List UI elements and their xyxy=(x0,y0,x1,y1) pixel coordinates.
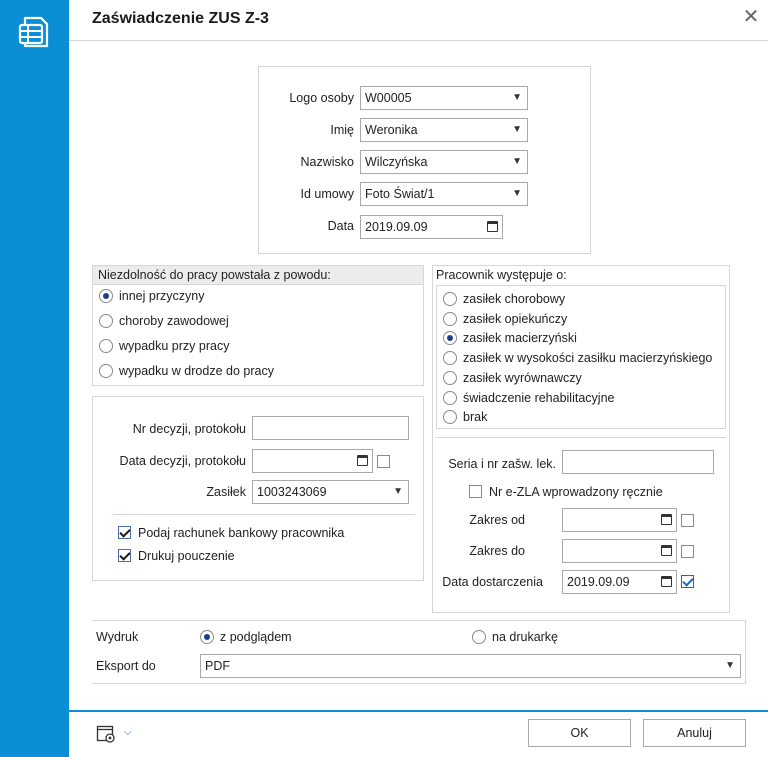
document-table-icon xyxy=(17,14,53,50)
calendar-icon[interactable] xyxy=(661,514,672,525)
zakres-od-field[interactable] xyxy=(562,508,677,532)
radio-choroby-zawodowej[interactable] xyxy=(99,314,113,328)
radio-zasilek-macierzynski[interactable] xyxy=(443,331,457,345)
radio-label: zasiłek chorobowy xyxy=(463,292,566,306)
chevron-down-icon[interactable]: ⌵ xyxy=(124,727,132,738)
radio-na-drukarke[interactable] xyxy=(472,630,486,644)
calendar-icon[interactable] xyxy=(487,221,498,232)
radio-label: innej przyczyny xyxy=(119,289,205,303)
nazwisko-select[interactable]: Wilczyńska ▼ xyxy=(360,150,528,174)
cancel-button[interactable]: Anuluj xyxy=(643,719,746,747)
chevron-down-icon: ▼ xyxy=(393,486,403,497)
radio-wypadku-przy-pracy[interactable] xyxy=(99,339,113,353)
logo-label: Logo osoby xyxy=(289,91,354,105)
pouczenie-label: Drukuj pouczenie xyxy=(138,549,235,563)
zakres-do-label: Zakres do xyxy=(469,544,525,558)
radio-label: wypadku przy pracy xyxy=(119,339,230,353)
radio-z-podgladem[interactable] xyxy=(200,630,214,644)
dostarczenia-checkbox[interactable] xyxy=(681,575,694,588)
wydruk-label: Wydruk xyxy=(96,630,139,644)
radio-label: zasiłek w wysokości zasiłku macierzyński… xyxy=(463,351,713,365)
zakres-do-field[interactable] xyxy=(562,539,677,563)
chevron-down-icon: ▼ xyxy=(512,188,522,199)
niezdolnosc-title: Niezdolność do pracy powstała z powodu: xyxy=(93,266,423,285)
pouczenie-checkbox[interactable] xyxy=(118,549,131,562)
app-sidebar xyxy=(0,0,69,757)
zasilek-select[interactable]: 1003243069 ▼ xyxy=(252,480,409,504)
eksport-select[interactable]: PDF ▼ xyxy=(200,654,741,678)
umowa-label: Id umowy xyxy=(300,187,355,201)
radio-brak[interactable] xyxy=(443,410,457,424)
calendar-icon[interactable] xyxy=(661,576,672,587)
settings-window-icon[interactable] xyxy=(96,724,116,744)
nr-decyzji-label: Nr decyzji, protokołu xyxy=(132,422,246,436)
radio-label: z podglądem xyxy=(220,630,292,644)
imie-label: Imię xyxy=(330,123,354,137)
ezla-label: Nr e-ZLA wprowadzony ręcznie xyxy=(489,485,663,499)
data-decyzji-field[interactable] xyxy=(252,449,373,473)
data-decyzji-label: Data decyzji, protokołu xyxy=(119,454,246,468)
window-title: Zaświadczenie ZUS Z-3 xyxy=(92,10,269,27)
dostarczenia-field[interactable]: 2019.09.09 xyxy=(562,570,677,594)
umowa-select[interactable]: Foto Świat/1 ▼ xyxy=(360,182,528,206)
zakres-od-checkbox[interactable] xyxy=(681,514,694,527)
radio-label: choroby zawodowej xyxy=(119,314,229,328)
radio-label: na drukarkę xyxy=(492,630,559,644)
eksport-label: Eksport do xyxy=(96,659,156,673)
radio-innej-przyczyny[interactable] xyxy=(99,289,113,303)
nazwisko-label: Nazwisko xyxy=(300,155,355,169)
data-date-field[interactable]: 2019.09.09 xyxy=(360,215,503,239)
chevron-down-icon: ▼ xyxy=(512,92,522,103)
radio-swiadczenie-rehabilitacyjne[interactable] xyxy=(443,391,457,405)
data-label: Data xyxy=(327,219,354,233)
ok-button[interactable]: OK xyxy=(528,719,631,747)
radio-label: wypadku w drodze do pracy xyxy=(119,364,274,378)
seria-label: Seria i nr zašw. lek. xyxy=(448,457,556,471)
calendar-icon[interactable] xyxy=(357,455,368,466)
calendar-icon[interactable] xyxy=(661,545,672,556)
zakres-od-label: Zakres od xyxy=(469,513,525,527)
logo-select[interactable]: W00005 ▼ xyxy=(360,86,528,110)
divider xyxy=(436,437,726,438)
radio-label: zasiłek wyrównawczy xyxy=(463,371,582,385)
chevron-down-icon: ▼ xyxy=(512,124,522,135)
dostarczenia-label: Data dostarczenia xyxy=(442,575,543,589)
zakres-do-checkbox[interactable] xyxy=(681,545,694,558)
chevron-down-icon: ▼ xyxy=(725,660,735,671)
pracownik-title: Pracownik występuje o: xyxy=(436,268,567,282)
rachunek-checkbox[interactable] xyxy=(118,526,131,539)
radio-label: świadczenie rehabilitacyjne xyxy=(463,391,615,405)
zasilek-label: Zasiłek xyxy=(206,485,246,499)
radio-zasilek-opiekunczy[interactable] xyxy=(443,312,457,326)
radio-label: zasiłek macierzyński xyxy=(463,331,577,345)
ezla-checkbox[interactable] xyxy=(469,485,482,498)
divider xyxy=(113,514,415,515)
seria-input[interactable] xyxy=(562,450,714,474)
rachunek-label: Podaj rachunek bankowy pracownika xyxy=(138,526,345,540)
close-icon[interactable]: ✕ xyxy=(740,6,762,28)
nr-decyzji-input[interactable] xyxy=(252,416,409,440)
radio-label: zasiłek opiekuńczy xyxy=(463,312,568,326)
radio-zasilek-chorobowy[interactable] xyxy=(443,292,457,306)
data-decyzji-checkbox[interactable] xyxy=(377,455,390,468)
radio-wypadku-w-drodze[interactable] xyxy=(99,364,113,378)
radio-zasilek-w-wysokosci[interactable] xyxy=(443,351,457,365)
chevron-down-icon: ▼ xyxy=(512,156,522,167)
radio-zasilek-wyrownawczy[interactable] xyxy=(443,371,457,385)
imie-select[interactable]: Weronika ▼ xyxy=(360,118,528,142)
radio-label: brak xyxy=(463,410,488,424)
